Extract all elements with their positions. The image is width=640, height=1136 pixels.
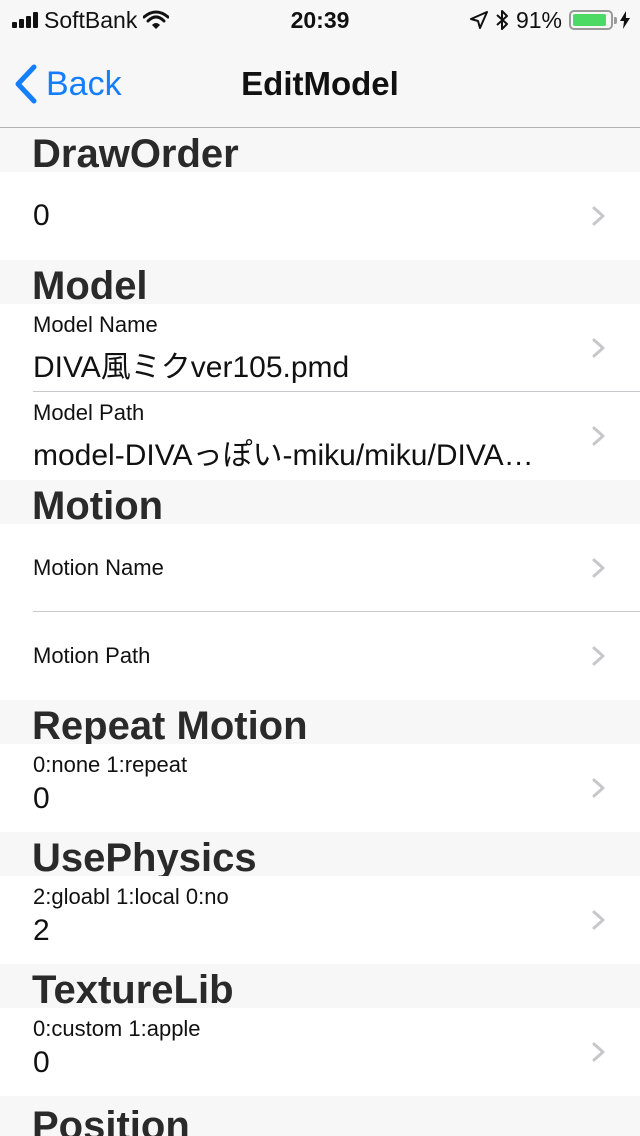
use-physics-value: 2: [33, 914, 50, 947]
back-label: Back: [46, 64, 122, 103]
texture-lib-hint: 0:custom 1:apple: [33, 1016, 201, 1041]
section-header-draw-order: DrawOrder: [0, 128, 640, 176]
section-title: Repeat Motion: [32, 704, 308, 748]
section-header-repeat-motion: Repeat Motion: [0, 700, 640, 748]
model-path-value: model-DIVAっぽい-miku/miku/DIVA…: [33, 439, 534, 472]
draw-order-cell[interactable]: 0: [0, 172, 640, 260]
motion-name-label: Motion Name: [33, 555, 164, 580]
section-title: UsePhysics: [32, 836, 257, 880]
motion-path-cell[interactable]: Motion Path: [0, 612, 640, 700]
chevron-right-icon: [592, 910, 605, 930]
repeat-motion-hint: 0:none 1:repeat: [33, 752, 188, 777]
back-button[interactable]: Back: [14, 62, 122, 106]
section-header-use-physics: UsePhysics: [0, 832, 640, 880]
section-title: DrawOrder: [32, 132, 239, 176]
model-path-cell[interactable]: Model Path model-DIVAっぽい-miku/miku/DIVA…: [0, 392, 640, 480]
chevron-right-icon: [592, 206, 605, 226]
section-title: Motion: [32, 484, 164, 528]
chevron-right-icon: [592, 338, 605, 358]
texture-lib-cell[interactable]: 0:custom 1:apple 0: [0, 1008, 640, 1096]
model-name-cell[interactable]: Model Name DIVA風ミクver105.pmd: [0, 304, 640, 392]
bluetooth-icon: [496, 10, 508, 30]
draw-order-value: 0: [33, 199, 50, 232]
section-header-model: Model: [0, 260, 640, 308]
location-arrow-icon: [469, 11, 488, 29]
use-physics-cell[interactable]: 2:gloabl 1:local 0:no 2: [0, 876, 640, 964]
section-title: Model: [32, 264, 148, 308]
section-title: Position: [32, 1104, 190, 1136]
model-name-value: DIVA風ミクver105.pmd: [33, 351, 350, 384]
motion-path-label: Motion Path: [33, 643, 151, 668]
status-bar: SoftBank 20:39 91%: [0, 0, 640, 40]
use-physics-hint: 2:gloabl 1:local 0:no: [33, 884, 229, 909]
navigation-bar: EditModel Back: [0, 40, 640, 128]
repeat-motion-value: 0: [33, 782, 50, 815]
chevron-right-icon: [592, 778, 605, 798]
section-header-texture-lib: TextureLib: [0, 964, 640, 1012]
section-header-position: Position: [0, 1096, 640, 1136]
section-header-motion: Motion: [0, 480, 640, 528]
texture-lib-value: 0: [33, 1046, 50, 1079]
battery-icon: [569, 10, 617, 30]
repeat-motion-cell[interactable]: 0:none 1:repeat 0: [0, 744, 640, 832]
section-title: TextureLib: [32, 968, 234, 1012]
chevron-right-icon: [592, 1042, 605, 1062]
status-right: 91%: [469, 6, 630, 34]
motion-name-cell[interactable]: Motion Name: [0, 524, 640, 612]
chevron-left-icon: [15, 64, 37, 104]
chevron-right-icon: [592, 558, 605, 578]
model-path-label: Model Path: [33, 400, 145, 425]
chevron-right-icon: [592, 426, 605, 446]
battery-percent: 91%: [515, 6, 562, 33]
model-name-label: Model Name: [33, 312, 158, 337]
charging-bolt-icon: [620, 11, 630, 29]
chevron-right-icon: [592, 646, 605, 666]
